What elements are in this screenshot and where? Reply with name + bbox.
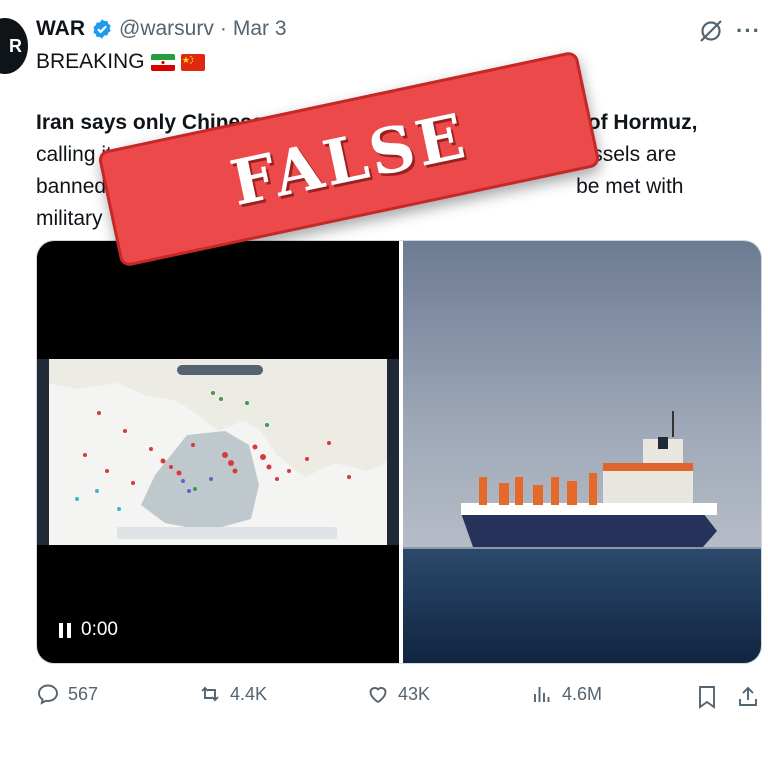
- tweet-line-3-start: banned: [36, 175, 107, 198]
- verified-badge-icon: [93, 19, 111, 39]
- false-stamp: FALSE: [97, 50, 601, 268]
- ship-photo[interactable]: [403, 241, 762, 664]
- more-options-icon[interactable]: ···: [736, 18, 761, 44]
- post-date[interactable]: Mar 3: [233, 17, 287, 41]
- views-button[interactable]: 4.6M: [530, 682, 602, 706]
- pause-icon[interactable]: [59, 622, 71, 638]
- tweet-header: WAR @warsurv · Mar 3: [36, 17, 287, 41]
- iran-flag-icon: [150, 53, 175, 71]
- action-bar: 567 4.4K 43K 4.6M: [36, 682, 762, 714]
- ship-tracking-map: [37, 359, 399, 545]
- heart-icon: [369, 687, 387, 704]
- repost-count: 4.4K: [230, 683, 268, 704]
- breaking-label: BREAKING: [36, 50, 145, 73]
- tweet-line-1-end: of Hormuz,: [587, 111, 698, 134]
- avatar-initial: R: [9, 35, 22, 56]
- playback-state: 0:00: [59, 619, 118, 641]
- views-chart-icon: [534, 687, 550, 702]
- media-grid: 0:00: [36, 240, 762, 664]
- bookmark-icon[interactable]: [696, 685, 718, 709]
- tweet-line-3-end: be met with: [576, 175, 684, 198]
- china-flag-icon: [180, 53, 205, 71]
- breaking-line: BREAKING: [36, 50, 205, 74]
- view-count: 4.6M: [562, 683, 603, 704]
- video-timestamp: 0:00: [81, 619, 118, 640]
- reply-count: 567: [68, 683, 99, 704]
- share-icon[interactable]: [736, 685, 760, 709]
- like-button[interactable]: 43K: [366, 682, 430, 706]
- reply-icon: [38, 684, 58, 705]
- repost-button[interactable]: 4.4K: [198, 682, 267, 706]
- avatar[interactable]: R: [0, 18, 28, 74]
- user-handle[interactable]: @warsurv: [119, 17, 214, 41]
- like-count: 43K: [398, 683, 431, 704]
- reply-button[interactable]: 567: [36, 682, 98, 706]
- grok-icon[interactable]: [698, 18, 724, 44]
- tweet-line-4-start: military: [36, 207, 103, 230]
- video-player[interactable]: 0:00: [37, 241, 399, 663]
- header-separator: ·: [219, 17, 227, 40]
- repost-icon: [201, 686, 219, 702]
- display-name[interactable]: WAR: [36, 17, 85, 41]
